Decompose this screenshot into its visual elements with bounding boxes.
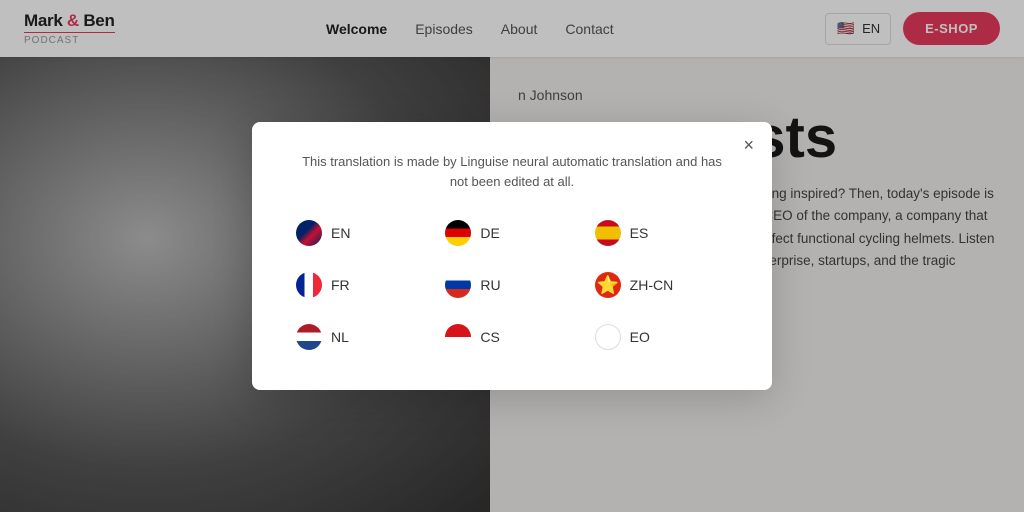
lang-code-zh-cn: ZH-CN [630, 277, 674, 293]
flag-icon-eo [595, 324, 621, 350]
flag-icon-de [445, 220, 471, 246]
lang-option-cs[interactable]: CS [437, 320, 586, 354]
language-grid: EN DE ES FR RU ⭐ ZH-CN NL CS EO [288, 216, 736, 354]
flag-icon-fr [296, 272, 322, 298]
flag-icon-en [296, 220, 322, 246]
flag-icon-nl [296, 324, 322, 350]
lang-option-de[interactable]: DE [437, 216, 586, 250]
lang-option-eo[interactable]: EO [587, 320, 736, 354]
lang-option-fr[interactable]: FR [288, 268, 437, 302]
flag-icon-ru [445, 272, 471, 298]
lang-code-de: DE [480, 225, 499, 241]
flag-icon-es [595, 220, 621, 246]
lang-code-nl: NL [331, 329, 349, 345]
lang-code-ru: RU [480, 277, 500, 293]
modal-close-button[interactable]: × [743, 136, 754, 154]
lang-code-cs: CS [480, 329, 499, 345]
lang-code-fr: FR [331, 277, 350, 293]
modal-notice-text: This translation is made by Linguise neu… [288, 152, 736, 192]
modal-overlay[interactable]: × This translation is made by Linguise n… [0, 0, 1024, 512]
flag-icon-cs [445, 324, 471, 350]
lang-option-nl[interactable]: NL [288, 320, 437, 354]
lang-code-eo: EO [630, 329, 650, 345]
lang-option-es[interactable]: ES [587, 216, 736, 250]
lang-option-zh-cn[interactable]: ⭐ ZH-CN [587, 268, 736, 302]
lang-option-ru[interactable]: RU [437, 268, 586, 302]
flag-icon-zh-cn: ⭐ [595, 272, 621, 298]
lang-code-en: EN [331, 225, 350, 241]
lang-option-en[interactable]: EN [288, 216, 437, 250]
language-modal: × This translation is made by Linguise n… [252, 122, 772, 390]
lang-code-es: ES [630, 225, 649, 241]
